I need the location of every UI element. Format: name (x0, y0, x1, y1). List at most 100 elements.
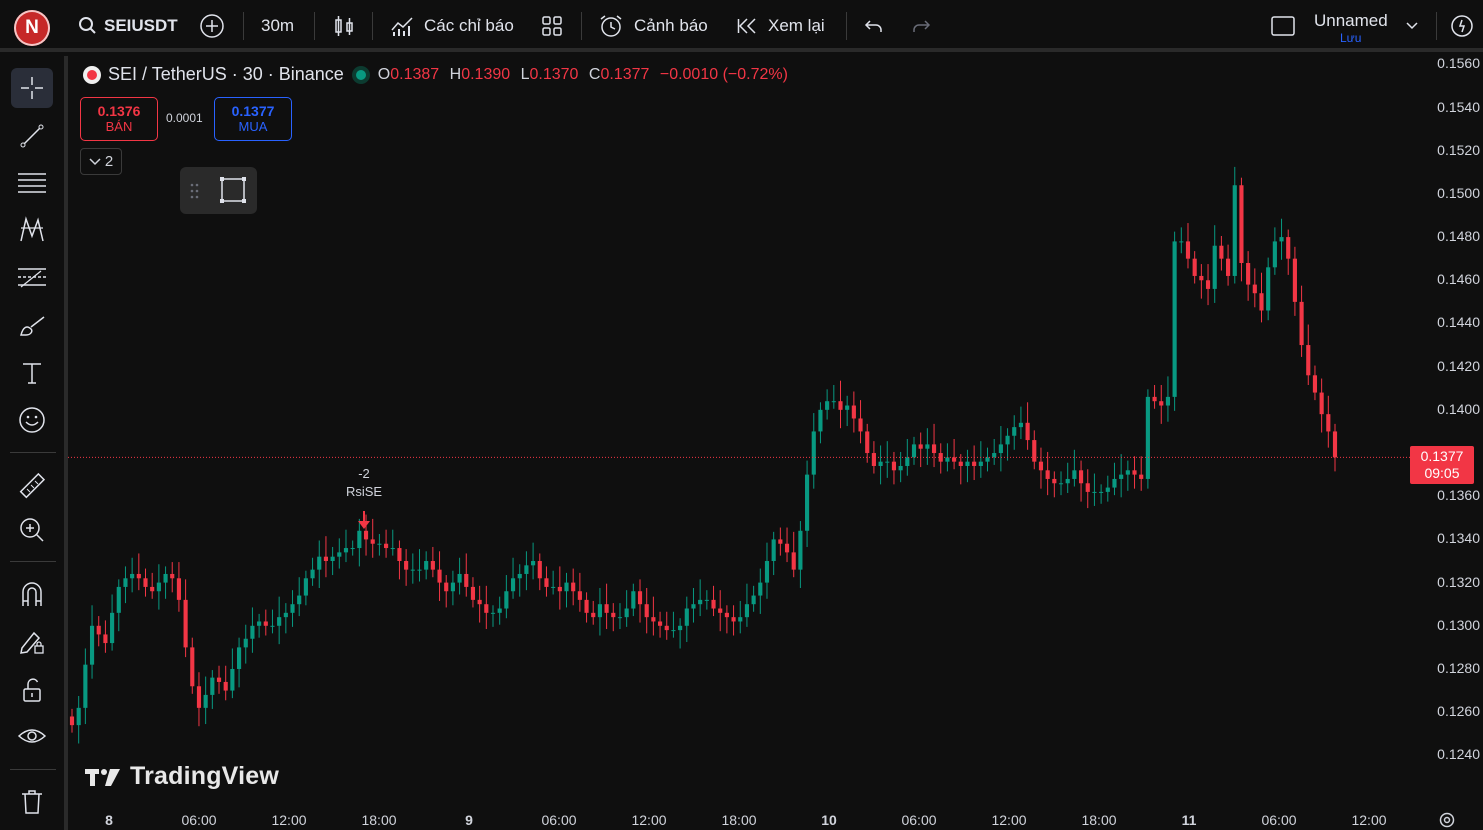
candle-body (384, 543, 389, 549)
candle-body (557, 586, 562, 592)
candle-body (116, 586, 121, 613)
candle-body (497, 608, 502, 613)
candle-body (731, 617, 736, 622)
candle-body (1139, 474, 1144, 479)
buy-button[interactable]: 0.1377 MUA (214, 97, 292, 141)
rectangle-select-icon[interactable] (218, 175, 248, 205)
chart-legend: SEI / TetherUS · 30 · Binance O0.1387 H0… (82, 64, 788, 85)
time-tick-label: 18:00 (721, 812, 757, 828)
candle-body (1286, 237, 1291, 259)
candle-body (644, 604, 649, 618)
candle-body (718, 608, 723, 613)
candle-body (684, 608, 689, 626)
candle-body (738, 617, 743, 622)
candle-body (831, 401, 836, 403)
candle-body (798, 530, 803, 570)
time-tick-label: 12:00 (991, 812, 1027, 828)
candle-body (925, 444, 930, 449)
candle-body (263, 621, 268, 626)
candle-body (183, 599, 188, 648)
candle-body (89, 625, 95, 665)
candle-body (1292, 258, 1297, 302)
candle-body (143, 578, 148, 587)
candle-body (1192, 258, 1197, 276)
settings-gear-icon[interactable] (1438, 811, 1456, 829)
candle-body (577, 591, 582, 600)
candle-body (1219, 245, 1224, 259)
candle-body (323, 556, 329, 562)
candle-body (544, 578, 549, 587)
high-value: 0.1390 (461, 65, 511, 83)
candle-body (517, 573, 522, 579)
candle-body (444, 582, 449, 592)
candle-body (1072, 470, 1077, 479)
candle-body (490, 612, 496, 614)
candle-body (230, 668, 235, 691)
sell-button[interactable]: 0.1376 BÁN (80, 97, 158, 141)
candle-body (698, 599, 703, 605)
candle-body (631, 591, 636, 609)
drag-handle-icon[interactable] (189, 182, 199, 200)
candle-body (1092, 491, 1097, 493)
candle-body (1119, 474, 1124, 479)
time-tick-label: 12:00 (631, 812, 667, 828)
current-price: 0.1377 (1420, 448, 1464, 465)
price-tick-label: 0.1240 (1437, 746, 1480, 763)
ohlc-values: O0.1387 H0.1390 L0.1370 C0.1377 −0.0010 … (378, 66, 788, 84)
candle-body (1099, 491, 1104, 493)
candle-body (283, 612, 288, 618)
candle-body (163, 573, 168, 583)
candle-body (1272, 241, 1277, 268)
candle-body (811, 431, 816, 475)
buy-label: MUA (238, 119, 268, 134)
candle-body (891, 461, 897, 471)
price-tick-label: 0.1280 (1437, 659, 1480, 676)
candle-body (83, 664, 88, 708)
price-tick-label: 0.1320 (1437, 573, 1480, 590)
price-tick-label: 0.1420 (1437, 357, 1480, 374)
candle-body (216, 677, 222, 682)
signal-marker-label: RsiSE (345, 484, 383, 499)
candle-body (1025, 422, 1030, 441)
time-tick-label: 9 (465, 812, 473, 828)
candle-body (1306, 345, 1311, 376)
candle-body (1045, 470, 1050, 479)
tradingview-logo[interactable]: TradingView (84, 762, 279, 791)
candle-body (972, 461, 977, 466)
signal-arrow-icon (358, 511, 370, 529)
candle-body (363, 530, 369, 540)
candle-body (597, 604, 602, 618)
candle-body (1232, 185, 1237, 276)
candle-body (871, 453, 876, 466)
candle-body (691, 604, 696, 609)
price-tick-label: 0.1340 (1437, 530, 1480, 547)
candle-body (1112, 478, 1117, 488)
symbol-title[interactable]: SEI / TetherUS · 30 · Binance (108, 64, 344, 85)
candle-body (464, 573, 469, 587)
candle-body (397, 548, 402, 562)
candle-body (350, 548, 355, 550)
candle-body (905, 457, 910, 466)
candle-body (617, 617, 623, 619)
time-tick-label: 8 (105, 812, 113, 828)
candle-body (236, 647, 242, 669)
bar-countdown: 09:05 (1424, 465, 1460, 482)
candle-body (918, 444, 923, 449)
buy-price: 0.1377 (231, 103, 275, 119)
candle-body (190, 647, 195, 687)
candle-body (1172, 241, 1177, 397)
candle-body (778, 539, 783, 544)
candle-body (1132, 470, 1137, 475)
open-key: O (377, 65, 391, 83)
sell-label: BÁN (105, 119, 133, 134)
collapse-indicators-button[interactable]: 2 (80, 148, 122, 175)
candle-body (69, 716, 75, 726)
candle-body (524, 565, 529, 574)
candle-body (1319, 392, 1324, 415)
candle-body (510, 578, 516, 592)
candle-body (317, 556, 322, 570)
candle-body (1038, 461, 1044, 471)
candle-body (1185, 241, 1191, 259)
candle-body (176, 578, 181, 600)
high-key: H (449, 65, 462, 83)
